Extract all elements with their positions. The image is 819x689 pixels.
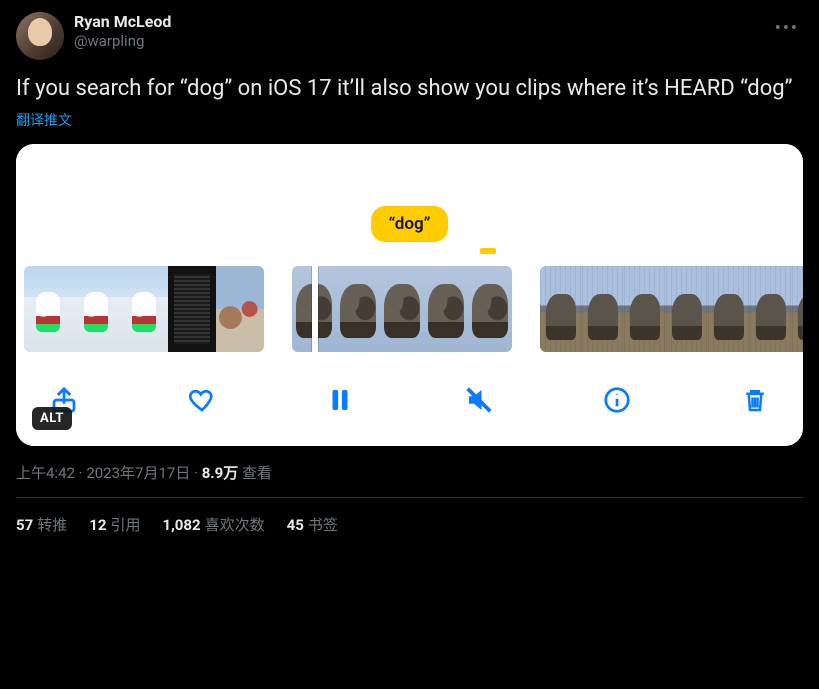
clip-3[interactable] xyxy=(540,266,803,352)
thumbnail xyxy=(216,266,264,352)
thumbnail xyxy=(750,266,792,352)
media-controls xyxy=(16,364,803,446)
thumbnail xyxy=(792,266,803,352)
thumbnail xyxy=(666,266,708,352)
stats-row: 57转推 12引用 1,082喜欢次数 45书签 xyxy=(16,498,803,539)
clip-2[interactable] xyxy=(292,266,512,352)
playhead-marker xyxy=(480,248,496,254)
clip-1[interactable] xyxy=(24,266,264,352)
media-card[interactable]: “dog” xyxy=(16,144,803,446)
thumbnail xyxy=(168,266,216,352)
tweet-header: Ryan McLeod @warpling ••• xyxy=(16,12,803,60)
meta-line: 上午4:42 · 2023年7月17日 · 8.9万 查看 xyxy=(16,462,803,483)
bookmarks-stat[interactable]: 45书签 xyxy=(287,514,338,535)
media-top: “dog” xyxy=(16,144,803,236)
thumbnail xyxy=(380,266,424,352)
thumbnail xyxy=(540,266,582,352)
display-name: Ryan McLeod xyxy=(74,12,171,32)
mute-icon[interactable] xyxy=(461,382,497,418)
views-label: 查看 xyxy=(238,464,272,482)
thumbnail xyxy=(624,266,666,352)
date[interactable]: 2023年7月17日 xyxy=(86,464,190,482)
thumbnail xyxy=(424,266,468,352)
retweets-stat[interactable]: 57转推 xyxy=(16,514,67,535)
search-pill: “dog” xyxy=(371,206,449,242)
thumbnail xyxy=(120,266,168,352)
thumbnail xyxy=(582,266,624,352)
heart-icon[interactable] xyxy=(184,382,220,418)
thumbnail xyxy=(72,266,120,352)
thumbnail xyxy=(336,266,380,352)
filmstrip[interactable] xyxy=(16,236,803,364)
tweet-text: If you search for “dog” on iOS 17 it’ll … xyxy=(16,74,803,104)
avatar[interactable] xyxy=(16,12,64,60)
timestamp[interactable]: 上午4:42 xyxy=(16,464,75,482)
alt-badge[interactable]: ALT xyxy=(32,407,72,430)
views-count: 8.9万 xyxy=(202,464,239,482)
more-icon[interactable]: ••• xyxy=(771,14,803,43)
thumbnail xyxy=(708,266,750,352)
handle: @warpling xyxy=(74,32,171,51)
pause-icon[interactable] xyxy=(322,382,358,418)
info-icon[interactable] xyxy=(599,382,635,418)
author-block[interactable]: Ryan McLeod @warpling xyxy=(74,12,171,51)
thumbnail xyxy=(24,266,72,352)
tweet-container: Ryan McLeod @warpling ••• If you search … xyxy=(0,0,819,551)
quotes-stat[interactable]: 12引用 xyxy=(89,514,140,535)
thumbnail xyxy=(468,266,512,352)
likes-stat[interactable]: 1,082喜欢次数 xyxy=(162,514,264,535)
translate-link[interactable]: 翻译推文 xyxy=(16,110,803,130)
playhead[interactable] xyxy=(312,266,318,352)
trash-icon[interactable] xyxy=(737,382,773,418)
